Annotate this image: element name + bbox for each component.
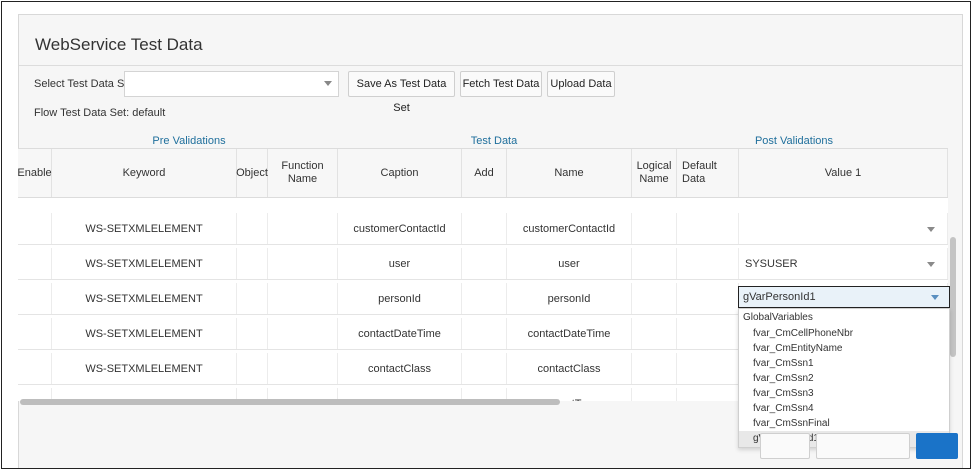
chevron-down-icon[interactable] bbox=[324, 81, 332, 86]
chevron-down-icon[interactable] bbox=[927, 227, 935, 232]
select-test-data-label: Select Test Data Set: bbox=[34, 78, 137, 90]
dropdown-option[interactable]: fvar_CmSsn3 bbox=[739, 386, 949, 402]
dropdown-option[interactable]: fvar_CmSsn1 bbox=[739, 356, 949, 372]
name-cell[interactable]: user bbox=[507, 248, 632, 279]
default-data-cell[interactable] bbox=[677, 318, 739, 349]
chevron-down-icon[interactable] bbox=[927, 262, 935, 267]
fetch-test-data-button[interactable]: Fetch Test Data bbox=[460, 71, 542, 97]
name-cell[interactable]: contactClass bbox=[507, 353, 632, 384]
function-name-cell[interactable] bbox=[268, 318, 338, 349]
function-name-cell[interactable] bbox=[268, 213, 338, 244]
vertical-scrollbar[interactable] bbox=[950, 237, 956, 357]
footer-button[interactable] bbox=[816, 433, 910, 459]
col-object: Object bbox=[236, 149, 268, 197]
default-data-cell[interactable] bbox=[677, 353, 739, 384]
dropdown-option[interactable]: fvar_CmCellPhoneNbr bbox=[739, 326, 949, 342]
default-data-cell[interactable] bbox=[677, 283, 739, 314]
logical-name-cell[interactable] bbox=[632, 318, 677, 349]
caption-cell[interactable]: personId bbox=[338, 283, 462, 314]
tab-test-data[interactable]: Test Data bbox=[419, 135, 569, 147]
add-cell[interactable] bbox=[462, 283, 507, 314]
enable-cell[interactable] bbox=[18, 318, 52, 349]
logical-name-cell[interactable] bbox=[632, 283, 677, 314]
default-data-cell[interactable] bbox=[677, 213, 739, 244]
keyword-cell[interactable]: WS-SETXMLELEMENT bbox=[52, 213, 237, 244]
caption-cell[interactable]: contactDateTime bbox=[338, 318, 462, 349]
object-cell[interactable] bbox=[237, 248, 268, 279]
dropdown-option[interactable]: fvar_CmSsn2 bbox=[739, 371, 949, 387]
page-title: WebService Test Data bbox=[35, 35, 203, 54]
enable-cell[interactable] bbox=[18, 248, 52, 279]
add-cell[interactable] bbox=[462, 353, 507, 384]
enable-cell[interactable] bbox=[18, 213, 52, 244]
value-dropdown-input[interactable]: gVarPersonId1 bbox=[738, 286, 950, 308]
caption-cell[interactable]: user bbox=[338, 248, 462, 279]
object-cell[interactable] bbox=[237, 283, 268, 314]
tab-post-validations[interactable]: Post Validations bbox=[719, 135, 869, 147]
default-data-cell[interactable] bbox=[677, 388, 739, 401]
logical-name-cell[interactable] bbox=[632, 388, 677, 401]
save-as-test-data-set-button[interactable]: Save As Test Data Set bbox=[348, 71, 455, 114]
table-header: Enable Keyword Object Function Name Capt… bbox=[18, 149, 948, 198]
function-name-cell[interactable] bbox=[268, 248, 338, 279]
col-add: Add bbox=[462, 149, 507, 197]
flow-test-data-set-label: Flow Test Data Set: default bbox=[34, 107, 166, 119]
name-cell[interactable]: contactDateTime bbox=[507, 318, 632, 349]
logical-name-cell[interactable] bbox=[632, 248, 677, 279]
title-divider bbox=[19, 65, 962, 66]
object-cell[interactable] bbox=[237, 213, 268, 244]
col-logical-name: Logical Name bbox=[632, 149, 677, 197]
function-name-cell[interactable] bbox=[268, 353, 338, 384]
logical-name-cell[interactable] bbox=[632, 353, 677, 384]
horizontal-scrollbar[interactable] bbox=[20, 399, 560, 405]
dropdown-group-label: GlobalVariables bbox=[743, 312, 813, 323]
col-enable: Enable bbox=[18, 149, 52, 197]
name-cell[interactable]: customerContactId bbox=[507, 213, 632, 244]
enable-cell[interactable] bbox=[18, 353, 52, 384]
object-cell[interactable] bbox=[237, 318, 268, 349]
name-cell[interactable]: personId bbox=[507, 283, 632, 314]
col-function-name: Function Name bbox=[268, 149, 338, 197]
dropdown-option[interactable]: fvar_CmSsnFinal bbox=[739, 416, 949, 432]
window-frame: WebService Test Data Select Test Data Se… bbox=[1, 1, 971, 469]
add-cell[interactable] bbox=[462, 248, 507, 279]
col-value-1: Value 1 bbox=[739, 149, 948, 197]
test-data-set-select[interactable] bbox=[124, 71, 339, 97]
primary-footer-button[interactable] bbox=[916, 433, 958, 459]
default-data-cell[interactable] bbox=[677, 248, 739, 279]
keyword-cell[interactable]: WS-SETXMLELEMENT bbox=[52, 353, 237, 384]
table-row[interactable]: WS-SETXMLELEMENT user user SYSUSER bbox=[18, 248, 948, 280]
keyword-cell[interactable]: WS-SETXMLELEMENT bbox=[52, 283, 237, 314]
value-text: SYSUSER bbox=[745, 257, 798, 270]
footer-button[interactable] bbox=[760, 433, 810, 459]
value-cell[interactable] bbox=[739, 213, 948, 244]
col-keyword: Keyword bbox=[52, 149, 237, 197]
col-name: Name bbox=[507, 149, 632, 197]
keyword-cell[interactable]: WS-SETXMLELEMENT bbox=[52, 248, 237, 279]
keyword-cell[interactable]: WS-SETXMLELEMENT bbox=[52, 318, 237, 349]
col-caption: Caption bbox=[338, 149, 462, 197]
enable-cell[interactable] bbox=[18, 283, 52, 314]
caption-cell[interactable]: customerContactId bbox=[338, 213, 462, 244]
dropdown-option[interactable]: fvar_CmEntityName bbox=[739, 341, 949, 357]
col-default-data: Default Data bbox=[677, 149, 739, 197]
upload-data-button[interactable]: Upload Data bbox=[547, 71, 615, 97]
dropdown-current-value: gVarPersonId1 bbox=[743, 291, 816, 303]
function-name-cell[interactable] bbox=[268, 283, 338, 314]
caption-cell[interactable]: contactClass bbox=[338, 353, 462, 384]
chevron-down-icon[interactable] bbox=[931, 295, 939, 300]
logical-name-cell[interactable] bbox=[632, 213, 677, 244]
tab-pre-validations[interactable]: Pre Validations bbox=[119, 135, 259, 147]
value-dropdown-list: GlobalVariables fvar_CmCellPhoneNbr fvar… bbox=[738, 308, 950, 448]
table-row[interactable]: WS-SETXMLELEMENT customerContactId custo… bbox=[18, 213, 948, 245]
value-cell[interactable]: SYSUSER bbox=[739, 248, 948, 279]
add-cell[interactable] bbox=[462, 213, 507, 244]
dropdown-option[interactable]: fvar_CmSsn4 bbox=[739, 401, 949, 417]
add-cell[interactable] bbox=[462, 318, 507, 349]
object-cell[interactable] bbox=[237, 353, 268, 384]
